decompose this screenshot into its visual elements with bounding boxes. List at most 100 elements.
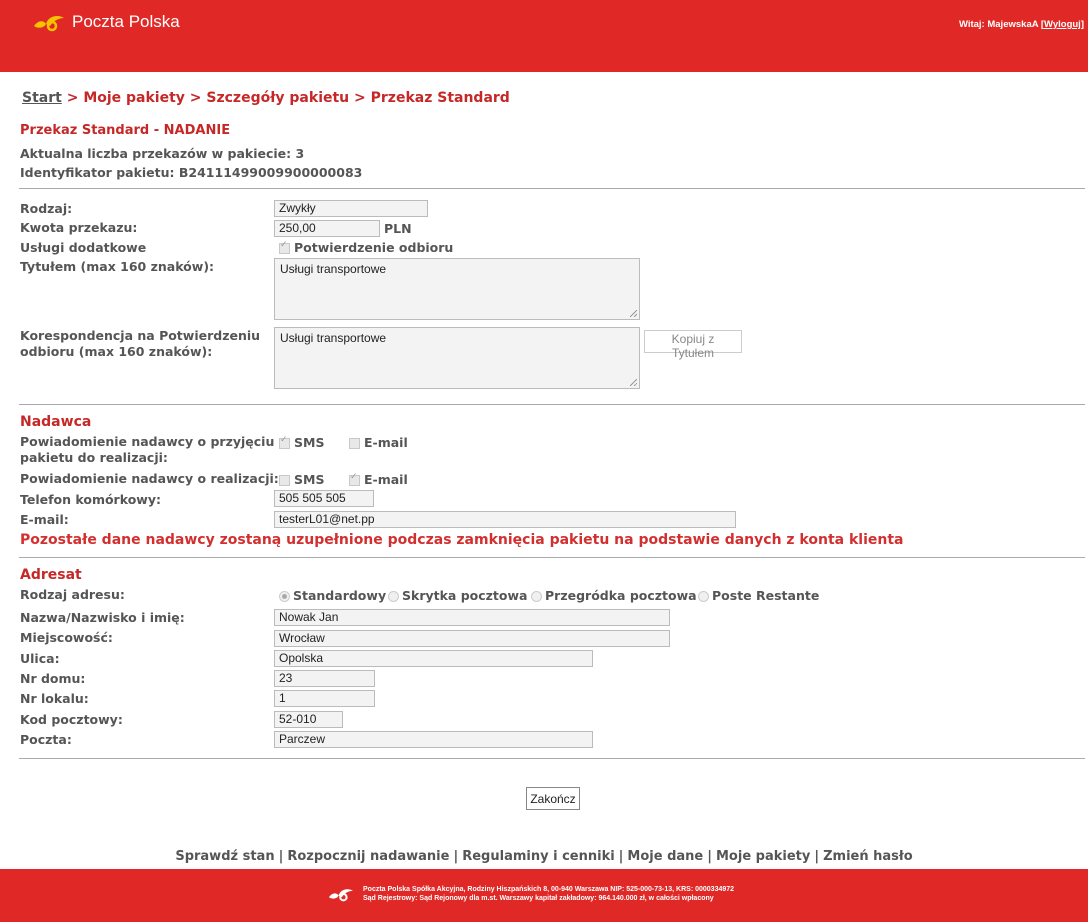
transfer-count: Aktualna liczba przekazów w pakiecie: 3 <box>20 146 305 161</box>
correspondence-textarea[interactable]: Usługi transportowe <box>274 327 640 389</box>
footer-nav: Sprawdź stan | Rozpocznij nadawanie | Regula… <box>175 849 913 864</box>
notify-accept-line: Powiadomienie nadawcy o przyjęciu <box>20 434 275 449</box>
radio-label: Przegródka pocztowa <box>545 588 697 603</box>
email-checkbox[interactable] <box>349 438 360 449</box>
sms-checkbox[interactable] <box>279 435 290 449</box>
title-text: Usługi transportowe <box>280 262 387 276</box>
address-type-locker[interactable]: Przegródka pocztowa <box>531 588 697 603</box>
city-field[interactable]: Wrocław <box>274 630 670 647</box>
resize-grip-icon[interactable] <box>630 310 637 317</box>
notify-exec-email[interactable]: E-mail <box>349 472 408 487</box>
notify-accept-label: Powiadomienie nadawcy o przyjęciu pakiet… <box>20 434 274 466</box>
confirmation-label: Potwierdzenie odbioru <box>294 240 454 255</box>
house-number-label: Nr domu: <box>20 671 86 686</box>
title-textarea[interactable]: Usługi transportowe <box>274 258 640 320</box>
sms-label: SMS <box>294 472 325 487</box>
phone-field[interactable]: 505 505 505 <box>274 490 374 507</box>
horn-logo-icon <box>34 16 64 32</box>
type-field[interactable]: Zwykły <box>274 200 428 217</box>
services-label: Usługi dodatkowe <box>20 240 147 255</box>
zip-field[interactable]: 52-010 <box>274 711 343 728</box>
welcome-text: Witaj: MajewskaA [Wyloguj] <box>958 19 1084 30</box>
radio-icon[interactable] <box>698 591 709 602</box>
legal-text: Poczta Polska Spółka Akcyjna, Rodziny Hi… <box>363 885 734 903</box>
post-office-label: Poczta: <box>20 732 72 747</box>
breadcrumb-item: Szczegóły pakietu <box>206 90 350 106</box>
street-field[interactable]: Opolska <box>274 650 593 667</box>
address-type-poste-restante[interactable]: Poste Restante <box>698 588 819 603</box>
address-type-label: Rodzaj adresu: <box>20 587 125 602</box>
footer-link-change-password[interactable]: Zmień hasło <box>823 849 913 864</box>
notify-accept-line: pakietu do realizacji: <box>20 450 168 465</box>
phone-label: Telefon komórkowy: <box>20 492 161 507</box>
confirmation-checkbox[interactable] <box>279 240 290 254</box>
currency-label: PLN <box>384 221 412 236</box>
address-type-standard[interactable]: Standardowy <box>279 588 386 603</box>
correspondence-label-line: odbioru (max 160 znaków): <box>20 344 213 359</box>
radio-icon[interactable] <box>279 591 290 602</box>
city-label: Miejscowość: <box>20 630 113 645</box>
house-number-field[interactable]: 23 <box>274 670 375 687</box>
street-label: Ulica: <box>20 651 60 666</box>
finish-button[interactable]: Zakończ <box>526 787 580 810</box>
radio-label: Poste Restante <box>712 588 820 603</box>
breadcrumb: Start > Moje pakiety > Szczegóły pakietu… <box>22 90 510 106</box>
email-field[interactable]: testerL01@net.pp <box>274 511 736 528</box>
legal-line: Poczta Polska Spółka Akcyjna, Rodziny Hi… <box>363 886 735 893</box>
divider <box>19 557 1085 558</box>
radio-icon[interactable] <box>388 591 399 602</box>
confirmation-option[interactable]: Potwierdzenie odbioru <box>279 240 453 255</box>
brand-name: Poczta Polska <box>72 12 180 31</box>
poczta-polska-logo[interactable]: Poczta Polska <box>32 12 180 32</box>
divider <box>19 188 1085 189</box>
radio-label: Standardowy <box>293 588 387 603</box>
correspondence-label-line: Korespondencja na Potwierdzeniu <box>20 328 261 343</box>
notify-accept-sms[interactable]: SMS <box>279 435 324 450</box>
footer-link-start-sending[interactable]: Rozpocznij nadawanie <box>287 849 449 864</box>
email-option-label: E-mail <box>364 435 408 450</box>
zip-label: Kod pocztowy: <box>20 712 123 727</box>
legal-line: Sąd Rejestrowy: Sąd Rejonowy dla m.st. W… <box>363 895 714 902</box>
breadcrumb-start[interactable]: Start <box>22 90 62 106</box>
name-label: Nazwa/Nazwisko i imię: <box>20 610 185 625</box>
correspondence-text: Usługi transportowe <box>280 331 387 345</box>
breadcrumb-item: Przekaz Standard <box>370 90 510 106</box>
package-id: Identyfikator pakietu: B2411149900990000… <box>20 165 363 180</box>
flat-number-label: Nr lokalu: <box>20 691 89 706</box>
footer-link-my-data[interactable]: Moje dane <box>627 849 703 864</box>
copy-from-title-button[interactable]: Kopiuj z Tytułem <box>644 330 742 360</box>
recipient-heading: Adresat <box>20 567 82 583</box>
email-checkbox[interactable] <box>349 472 360 486</box>
flat-number-field[interactable]: 1 <box>274 690 375 707</box>
notify-exec-sms[interactable]: SMS <box>279 472 324 487</box>
address-type-pobox[interactable]: Skrytka pocztowa <box>388 588 527 603</box>
type-label: Rodzaj: <box>20 201 73 216</box>
resize-grip-icon[interactable] <box>630 379 637 386</box>
sms-label: SMS <box>294 435 325 450</box>
radio-icon[interactable] <box>531 591 542 602</box>
notify-exec-label: Powiadomienie nadawcy o realizacji: <box>20 471 279 486</box>
name-field[interactable]: Nowak Jan <box>274 609 670 626</box>
sender-note: Pozostałe dane nadawcy zostaną uzupełnio… <box>20 532 904 548</box>
page-title: Przekaz Standard - NADANIE <box>20 123 231 138</box>
footer-legal: Poczta Polska Spółka Akcyjna, Rodziny Hi… <box>327 885 734 903</box>
divider <box>19 758 1085 759</box>
notify-accept-email[interactable]: E-mail <box>349 435 408 450</box>
email-label: E-mail: <box>20 512 69 527</box>
footer-bar: Poczta Polska Spółka Akcyjna, Rodziny Hi… <box>0 869 1088 922</box>
post-office-field[interactable]: Parczew <box>274 731 593 748</box>
amount-label: Kwota przekazu: <box>20 220 138 235</box>
divider <box>19 404 1085 405</box>
correspondence-label: Korespondencja na Potwierdzeniu odbioru … <box>20 328 260 360</box>
footer-link-check-status[interactable]: Sprawdź stan <box>175 849 274 864</box>
footer-link-my-packages[interactable]: Moje pakiety <box>716 849 810 864</box>
logout-link[interactable]: Wyloguj <box>1044 19 1081 30</box>
breadcrumb-item: Moje pakiety <box>83 90 185 106</box>
sms-checkbox[interactable] <box>279 475 290 486</box>
horn-logo-icon <box>329 889 353 902</box>
footer-link-terms[interactable]: Regulaminy i cenniki <box>462 849 614 864</box>
top-header: Poczta Polska Witaj: MajewskaA [Wyloguj] <box>0 0 1088 72</box>
title-label: Tytułem (max 160 znaków): <box>20 259 215 274</box>
amount-field[interactable]: 250,00 <box>274 220 380 237</box>
radio-label: Skrytka pocztowa <box>402 588 528 603</box>
